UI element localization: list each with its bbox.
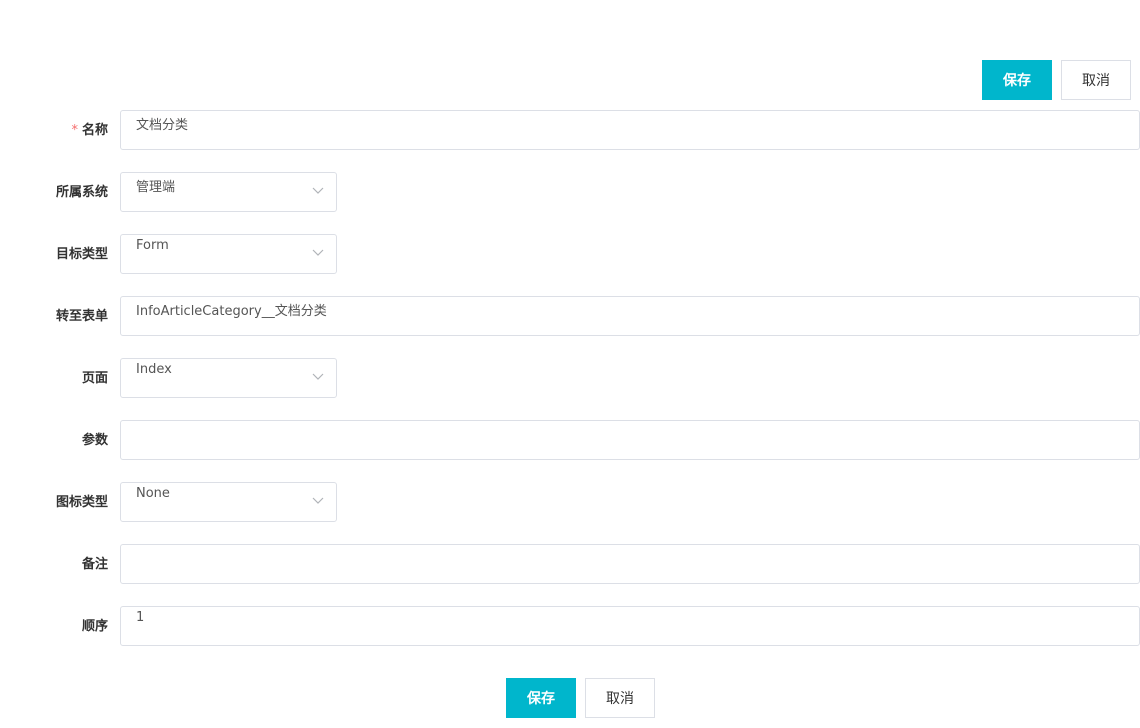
- order-label: 顺序: [81, 619, 108, 634]
- page-label: 页面: [81, 371, 108, 386]
- icon-type-label: 图标类型: [55, 495, 108, 510]
- icon-type-select-value: None: [136, 486, 170, 501]
- params-input[interactable]: [120, 420, 1140, 460]
- target-type-select[interactable]: Form: [120, 234, 337, 274]
- chevron-down-icon: [312, 187, 324, 194]
- params-label: 参数: [81, 433, 108, 448]
- name-input-value: 文档分类: [136, 118, 189, 133]
- name-label-text: 名称: [81, 123, 108, 138]
- save-button[interactable]: 保存: [982, 60, 1052, 100]
- chevron-down-icon: [312, 373, 324, 380]
- remark-row: 备注: [0, 544, 1140, 584]
- goto-form-row: 转至表单 InfoArticleCategory__文档分类: [0, 296, 1140, 336]
- chevron-down-icon: [312, 497, 324, 504]
- name-row: * 名称 文档分类: [0, 110, 1140, 150]
- name-input[interactable]: 文档分类: [120, 110, 1140, 150]
- order-input-value: 1: [136, 610, 145, 625]
- icon-type-row: 图标类型 None: [0, 482, 1140, 522]
- goto-form-label: 转至表单: [55, 309, 108, 324]
- required-mark: *: [71, 123, 78, 138]
- params-row: 参数: [0, 420, 1140, 460]
- icon-type-select[interactable]: None: [120, 482, 337, 522]
- save-button[interactable]: 保存: [506, 678, 576, 718]
- remark-input[interactable]: [120, 544, 1140, 584]
- target-type-label: 目标类型: [55, 247, 108, 262]
- name-label: * 名称: [0, 110, 108, 150]
- goto-form-input-value: InfoArticleCategory__文档分类: [136, 304, 327, 319]
- system-label: 所属系统: [55, 185, 108, 200]
- order-row: 顺序 1: [0, 606, 1140, 646]
- page-select-value: Index: [136, 362, 172, 377]
- page-row: 页面 Index: [0, 358, 1140, 398]
- chevron-down-icon: [312, 249, 324, 256]
- system-row: 所属系统 管理端: [0, 172, 1140, 212]
- goto-form-input[interactable]: InfoArticleCategory__文档分类: [120, 296, 1140, 336]
- page-root: 保存 取消 * 名称 文档分类 所属系统 管理端 目标类型 Form 转至表单 I…: [0, 0, 1140, 728]
- target-type-select-value: Form: [136, 238, 169, 253]
- remark-label: 备注: [81, 557, 108, 572]
- cancel-button[interactable]: 取消: [1061, 60, 1131, 100]
- system-select-value: 管理端: [136, 180, 176, 195]
- order-input[interactable]: 1: [120, 606, 1140, 646]
- target-type-row: 目标类型 Form: [0, 234, 1140, 274]
- system-select[interactable]: 管理端: [120, 172, 337, 212]
- cancel-button[interactable]: 取消: [585, 678, 655, 718]
- page-select[interactable]: Index: [120, 358, 337, 398]
